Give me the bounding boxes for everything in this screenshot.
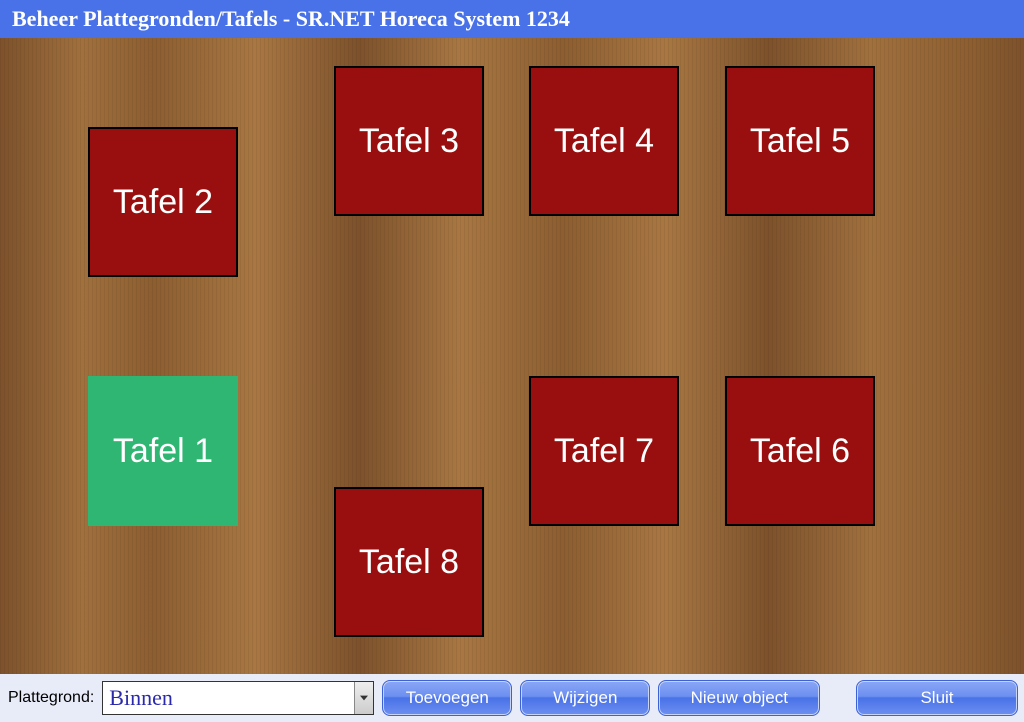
table-object[interactable]: Tafel 1 — [88, 376, 238, 526]
table-label: Tafel 2 — [113, 183, 213, 222]
wijzigen-button[interactable]: Wijzigen — [520, 680, 650, 716]
window-title: Beheer Plattegronden/Tafels - SR.NET Hor… — [0, 0, 1024, 38]
table-object[interactable]: Tafel 3 — [334, 66, 484, 216]
table-object[interactable]: Tafel 2 — [88, 127, 238, 277]
table-label: Tafel 6 — [750, 432, 850, 471]
table-label: Tafel 1 — [113, 432, 213, 471]
table-label: Tafel 4 — [554, 122, 654, 161]
table-label: Tafel 7 — [554, 432, 654, 471]
plattegrond-select[interactable]: Binnen — [102, 681, 374, 715]
bottom-toolbar: Plattegrond: Binnen Toevoegen Wijzigen N… — [0, 674, 1024, 722]
floorplan-canvas[interactable]: Tafel 2 Tafel 3 Tafel 4 Tafel 5 Tafel 1 Tafel… — [0, 38, 1024, 674]
nieuw-object-button[interactable]: Nieuw object — [658, 680, 820, 716]
table-label: Tafel 3 — [359, 122, 459, 161]
table-label: Tafel 8 — [359, 543, 459, 582]
table-object[interactable]: Tafel 8 — [334, 487, 484, 637]
plattegrond-select-value: Binnen — [103, 682, 354, 714]
table-object[interactable]: Tafel 4 — [529, 66, 679, 216]
table-object[interactable]: Tafel 5 — [725, 66, 875, 216]
table-object[interactable]: Tafel 6 — [725, 376, 875, 526]
table-object[interactable]: Tafel 7 — [529, 376, 679, 526]
sluit-button[interactable]: Sluit — [856, 680, 1018, 716]
table-label: Tafel 5 — [750, 122, 850, 161]
toevoegen-button[interactable]: Toevoegen — [382, 680, 512, 716]
plattegrond-label: Plattegrond: — [8, 689, 94, 707]
chevron-down-icon[interactable] — [354, 682, 373, 714]
